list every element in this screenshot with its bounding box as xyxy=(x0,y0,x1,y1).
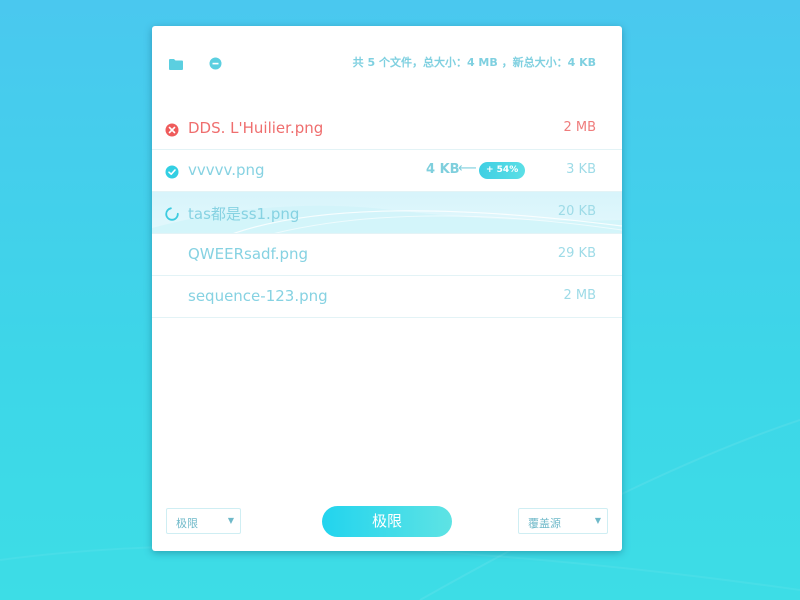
savings-badge: + 54% xyxy=(479,162,526,179)
file-name: vvvvv.png xyxy=(188,161,265,179)
file-summary: 共 5 个文件，总大小：4 MB ，新总大小：4 KB xyxy=(352,56,596,69)
select-label: 覆盖源 xyxy=(528,517,561,530)
toolbar: 共 5 个文件，总大小：4 MB ，新总大小：4 KB xyxy=(152,26,622,96)
file-name: QWEERsadf.png xyxy=(188,245,309,263)
file-name: sequence-123.png xyxy=(188,287,328,305)
file-row[interactable]: DDS. L'Huilier.png 2 MB xyxy=(152,108,622,150)
loading-spinner-icon xyxy=(165,206,179,221)
error-icon xyxy=(165,122,179,137)
file-row[interactable]: sequence-123.png 2 MB xyxy=(152,276,622,318)
chevron-down-icon: ▼ xyxy=(227,516,234,525)
output-mode-select[interactable]: 覆盖源 ▼ xyxy=(518,508,608,534)
compression-level-select[interactable]: 极限 ▼ xyxy=(166,508,241,534)
original-size: 4 KB xyxy=(426,162,460,177)
file-size: 29 KB xyxy=(557,246,596,261)
select-label: 极限 xyxy=(176,517,198,530)
compressor-panel: 共 5 个文件，总大小：4 MB ，新总大小：4 KB DDS. L'Huili… xyxy=(152,26,622,551)
check-icon xyxy=(165,164,179,179)
arrow-left-icon: ⟵ xyxy=(458,161,477,176)
remove-icon[interactable] xyxy=(209,55,222,70)
folder-icon[interactable] xyxy=(169,55,183,70)
file-name: DDS. L'Huilier.png xyxy=(188,119,324,137)
file-size: 3 KB xyxy=(566,162,596,177)
file-row[interactable]: QWEERsadf.png 29 KB xyxy=(152,234,622,276)
file-size: 20 KB xyxy=(557,204,596,219)
file-row[interactable]: vvvvv.png 4 KB ⟵ + 54% 3 KB xyxy=(152,150,622,192)
compress-button[interactable]: 极限 xyxy=(322,506,452,537)
chevron-down-icon: ▼ xyxy=(594,516,601,525)
file-list: DDS. L'Huilier.png 2 MB vvvvv.png 4 KB ⟵… xyxy=(152,108,622,318)
file-row[interactable]: tas都是ss1.png 20 KB xyxy=(152,192,622,234)
file-size: 2 MB xyxy=(563,288,596,303)
file-name: tas都是ss1.png xyxy=(188,205,300,223)
footer: 极限 ▼ 极限 覆盖源 ▼ xyxy=(152,506,622,538)
file-size: 2 MB xyxy=(563,120,596,135)
